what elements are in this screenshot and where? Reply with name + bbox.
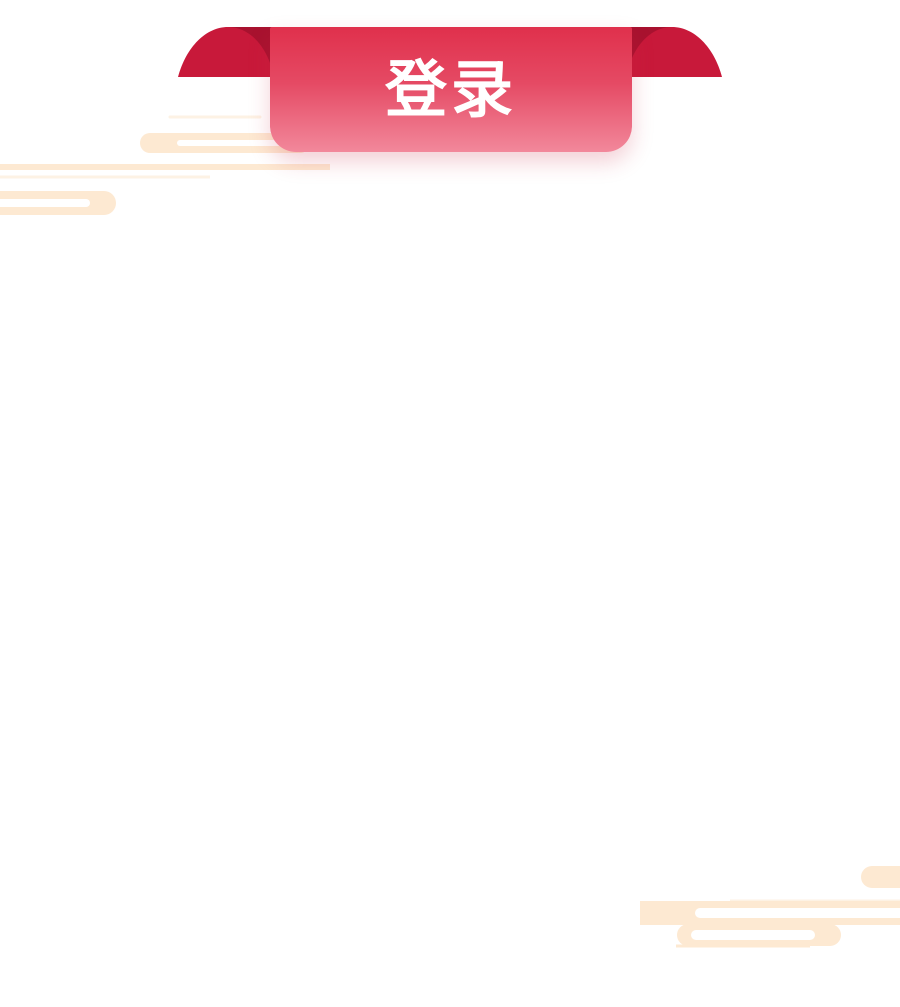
title-ribbon: 登录: [0, 0, 900, 180]
ribbon-fold-right: [622, 27, 722, 77]
page-title: 登录: [384, 52, 517, 126]
cloud-decoration-bottom: [640, 866, 900, 948]
login-panel: 登录: [0, 0, 900, 1007]
ribbon-fold-left: [178, 27, 278, 77]
ribbon-banner: 登录: [270, 27, 632, 152]
